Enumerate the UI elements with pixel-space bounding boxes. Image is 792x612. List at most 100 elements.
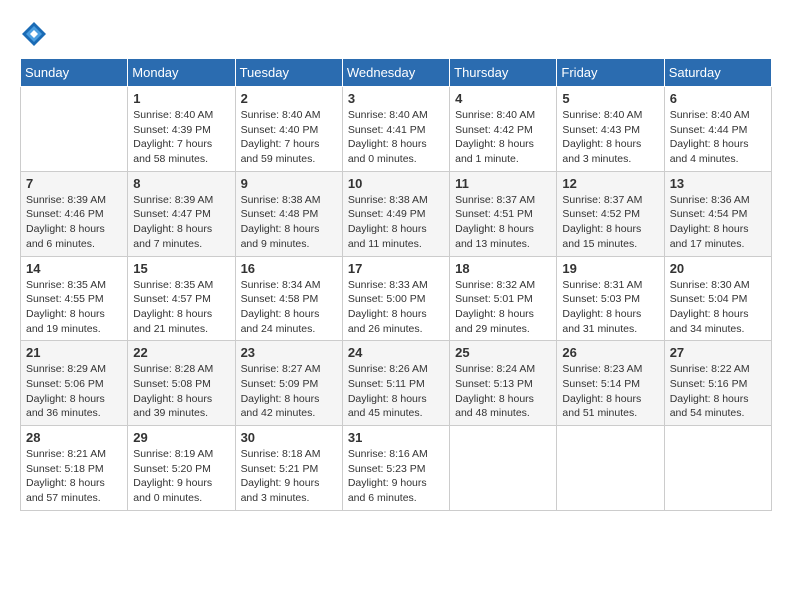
calendar-week-4: 21 Sunrise: 8:29 AMSunset: 5:06 PMDayligh… [21,341,772,426]
calendar-cell: 26 Sunrise: 8:23 AMSunset: 5:14 PMDayligh… [557,341,664,426]
day-number: 12 [562,176,658,191]
day-number: 3 [348,91,444,106]
day-number: 29 [133,430,229,445]
day-info: Sunrise: 8:26 AMSunset: 5:11 PMDaylight:… [348,362,444,421]
day-number: 7 [26,176,122,191]
column-header-wednesday: Wednesday [342,59,449,87]
day-info: Sunrise: 8:22 AMSunset: 5:16 PMDaylight:… [670,362,766,421]
calendar-cell: 29 Sunrise: 8:19 AMSunset: 5:20 PMDayligh… [128,426,235,511]
day-number: 20 [670,261,766,276]
calendar-cell: 1 Sunrise: 8:40 AMSunset: 4:39 PMDaylight… [128,87,235,172]
day-info: Sunrise: 8:31 AMSunset: 5:03 PMDaylight:… [562,278,658,337]
day-number: 28 [26,430,122,445]
day-info: Sunrise: 8:24 AMSunset: 5:13 PMDaylight:… [455,362,551,421]
day-number: 4 [455,91,551,106]
calendar-cell: 6Sunrise: 8:40 AMSunset: 4:44 PMDaylight… [664,87,771,172]
day-number: 21 [26,345,122,360]
logo [20,20,50,48]
day-info: Sunrise: 8:39 AMSunset: 4:47 PMDaylight:… [133,193,229,252]
day-info: Sunrise: 8:37 AMSunset: 4:52 PMDaylight:… [562,193,658,252]
day-number: 9 [241,176,337,191]
calendar-cell: 27 Sunrise: 8:22 AMSunset: 5:16 PMDayligh… [664,341,771,426]
page-header [20,20,772,48]
day-info: Sunrise: 8:28 AMSunset: 5:08 PMDaylight:… [133,362,229,421]
logo-icon [20,20,48,48]
day-number: 27 [670,345,766,360]
day-info: Sunrise: 8:19 AMSunset: 5:20 PMDaylight:… [133,447,229,506]
day-number: 22 [133,345,229,360]
day-info: Sunrise: 8:40 AMSunset: 4:43 PMDaylight:… [562,108,658,167]
calendar-cell: 28 Sunrise: 8:21 AMSunset: 5:18 PMDayligh… [21,426,128,511]
calendar-cell [664,426,771,511]
day-number: 11 [455,176,551,191]
calendar-cell: 22 Sunrise: 8:28 AMSunset: 5:08 PMDayligh… [128,341,235,426]
day-number: 13 [670,176,766,191]
day-number: 23 [241,345,337,360]
column-header-sunday: Sunday [21,59,128,87]
day-number: 31 [348,430,444,445]
calendar-cell [450,426,557,511]
calendar-cell: 18Sunrise: 8:32 AMSunset: 5:01 PMDayligh… [450,256,557,341]
calendar-cell: 15Sunrise: 8:35 AMSunset: 4:57 PMDayligh… [128,256,235,341]
calendar-cell: 23 Sunrise: 8:27 AMSunset: 5:09 PMDayligh… [235,341,342,426]
calendar-cell: 31Sunrise: 8:16 AMSunset: 5:23 PMDayligh… [342,426,449,511]
day-info: Sunrise: 8:29 AMSunset: 5:06 PMDaylight:… [26,362,122,421]
calendar-cell: 5 Sunrise: 8:40 AMSunset: 4:43 PMDaylight… [557,87,664,172]
calendar-week-5: 28 Sunrise: 8:21 AMSunset: 5:18 PMDayligh… [21,426,772,511]
day-info: Sunrise: 8:35 AMSunset: 4:55 PMDaylight:… [26,278,122,337]
day-number: 8 [133,176,229,191]
calendar-header-row: SundayMondayTuesdayWednesdayThursdayFrid… [21,59,772,87]
day-info: Sunrise: 8:18 AMSunset: 5:21 PMDaylight:… [241,447,337,506]
day-info: Sunrise: 8:23 AMSunset: 5:14 PMDaylight:… [562,362,658,421]
day-number: 1 [133,91,229,106]
day-number: 2 [241,91,337,106]
day-info: Sunrise: 8:38 AMSunset: 4:48 PMDaylight:… [241,193,337,252]
calendar-cell: 2Sunrise: 8:40 AMSunset: 4:40 PMDaylight… [235,87,342,172]
calendar-cell: 30 Sunrise: 8:18 AMSunset: 5:21 PMDayligh… [235,426,342,511]
day-number: 10 [348,176,444,191]
calendar-cell: 10Sunrise: 8:38 AMSunset: 4:49 PMDayligh… [342,171,449,256]
calendar-cell: 8 Sunrise: 8:39 AMSunset: 4:47 PMDaylight… [128,171,235,256]
day-info: Sunrise: 8:40 AMSunset: 4:42 PMDaylight:… [455,108,551,167]
day-number: 6 [670,91,766,106]
day-info: Sunrise: 8:27 AMSunset: 5:09 PMDaylight:… [241,362,337,421]
calendar-cell: 9 Sunrise: 8:38 AMSunset: 4:48 PMDaylight… [235,171,342,256]
column-header-tuesday: Tuesday [235,59,342,87]
calendar-cell: 7 Sunrise: 8:39 AMSunset: 4:46 PMDaylight… [21,171,128,256]
day-info: Sunrise: 8:34 AMSunset: 4:58 PMDaylight:… [241,278,337,337]
calendar-week-2: 7 Sunrise: 8:39 AMSunset: 4:46 PMDaylight… [21,171,772,256]
calendar-cell: 14 Sunrise: 8:35 AMSunset: 4:55 PMDayligh… [21,256,128,341]
day-number: 26 [562,345,658,360]
calendar-cell: 3 Sunrise: 8:40 AMSunset: 4:41 PMDaylight… [342,87,449,172]
day-info: Sunrise: 8:33 AMSunset: 5:00 PMDaylight:… [348,278,444,337]
day-info: Sunrise: 8:37 AMSunset: 4:51 PMDaylight:… [455,193,551,252]
day-number: 14 [26,261,122,276]
calendar-week-3: 14 Sunrise: 8:35 AMSunset: 4:55 PMDayligh… [21,256,772,341]
day-number: 30 [241,430,337,445]
day-info: Sunrise: 8:35 AMSunset: 4:57 PMDaylight:… [133,278,229,337]
day-info: Sunrise: 8:40 AMSunset: 4:39 PMDaylight:… [133,108,229,167]
calendar-cell [557,426,664,511]
day-number: 16 [241,261,337,276]
day-number: 24 [348,345,444,360]
column-header-thursday: Thursday [450,59,557,87]
calendar-cell: 4 Sunrise: 8:40 AMSunset: 4:42 PMDaylight… [450,87,557,172]
day-number: 25 [455,345,551,360]
calendar-week-1: 1 Sunrise: 8:40 AMSunset: 4:39 PMDaylight… [21,87,772,172]
column-header-friday: Friday [557,59,664,87]
day-info: Sunrise: 8:40 AMSunset: 4:41 PMDaylight:… [348,108,444,167]
day-info: Sunrise: 8:39 AMSunset: 4:46 PMDaylight:… [26,193,122,252]
day-info: Sunrise: 8:30 AMSunset: 5:04 PMDaylight:… [670,278,766,337]
calendar-cell: 19Sunrise: 8:31 AMSunset: 5:03 PMDayligh… [557,256,664,341]
day-info: Sunrise: 8:36 AMSunset: 4:54 PMDaylight:… [670,193,766,252]
column-header-monday: Monday [128,59,235,87]
day-info: Sunrise: 8:21 AMSunset: 5:18 PMDaylight:… [26,447,122,506]
day-number: 17 [348,261,444,276]
calendar-table: SundayMondayTuesdayWednesdayThursdayFrid… [20,58,772,511]
calendar-cell: 13 Sunrise: 8:36 AMSunset: 4:54 PMDayligh… [664,171,771,256]
day-number: 5 [562,91,658,106]
calendar-cell: 17 Sunrise: 8:33 AMSunset: 5:00 PMDayligh… [342,256,449,341]
calendar-cell: 24 Sunrise: 8:26 AMSunset: 5:11 PMDayligh… [342,341,449,426]
day-info: Sunrise: 8:32 AMSunset: 5:01 PMDaylight:… [455,278,551,337]
calendar-cell: 25 Sunrise: 8:24 AMSunset: 5:13 PMDayligh… [450,341,557,426]
